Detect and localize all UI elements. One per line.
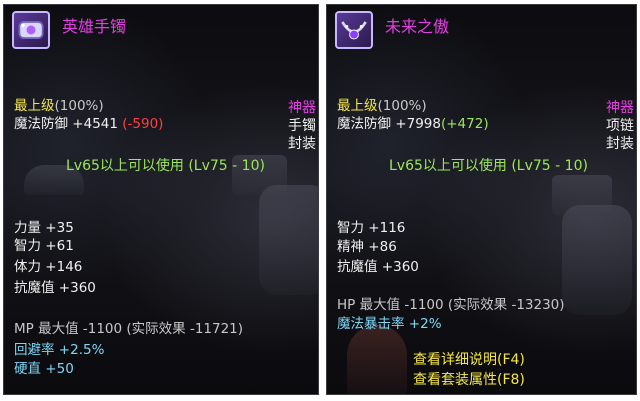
bonus-penalty: MP 最大值 -1100 (实际效果 -11721) bbox=[14, 321, 244, 337]
slot-label: 项链 bbox=[606, 118, 634, 134]
stat-name: 体力 bbox=[14, 259, 41, 275]
rarity-tag: 神器 bbox=[606, 100, 634, 116]
bonus-name: 回避率 bbox=[14, 342, 55, 358]
rarity-tag: 神器 bbox=[288, 100, 316, 116]
background-decoration bbox=[347, 325, 407, 394]
stat-value: +116 bbox=[368, 220, 406, 236]
bonus-row: 魔法暴击率 +2% bbox=[337, 316, 442, 332]
level-requirement: Lv65以上可以使用 (Lv75 - 10) bbox=[389, 158, 588, 174]
stat-value: +61 bbox=[45, 238, 74, 254]
level-requirement: Lv65以上可以使用 (Lv75 - 10) bbox=[66, 158, 265, 174]
background-decoration bbox=[259, 185, 318, 295]
grade-percent: (100%) bbox=[377, 98, 427, 114]
necklace-icon[interactable] bbox=[335, 11, 373, 49]
stat-row: 力量 +35 bbox=[14, 220, 74, 236]
stat-row: 抗魔值 +360 bbox=[337, 259, 419, 275]
defense-value: +4541 bbox=[72, 116, 118, 132]
grade-label: 最上级 bbox=[337, 98, 378, 114]
stat-row: 智力 +116 bbox=[337, 220, 405, 236]
bracelet-icon[interactable] bbox=[12, 11, 50, 49]
defense-row: 魔法防御 +4541 (-590) bbox=[14, 116, 163, 132]
bonus-penalty: HP 最大值 -1100 (实际效果 -13230) bbox=[337, 297, 565, 313]
grade-row: 最上级(100%) bbox=[14, 98, 104, 114]
defense-delta: (+472) bbox=[440, 116, 489, 132]
stat-name: 智力 bbox=[14, 238, 41, 254]
item-tooltip-right: 未来之傲 最上级(100%) 神器 魔法防御 +7998(+472) 项链 封装… bbox=[326, 4, 637, 395]
defense-delta: (-590) bbox=[122, 116, 164, 132]
bonus-name: 硬直 bbox=[14, 361, 41, 377]
defense-row: 魔法防御 +7998(+472) bbox=[337, 116, 489, 132]
stat-row: 抗魔值 +360 bbox=[14, 280, 96, 296]
grade-row: 最上级(100%) bbox=[337, 98, 427, 114]
defense-value: +7998 bbox=[395, 116, 441, 132]
stat-row: 体力 +146 bbox=[14, 259, 82, 275]
stat-value: +35 bbox=[45, 220, 74, 236]
bonus-row: 硬直 +50 bbox=[14, 361, 74, 377]
item-title: 未来之傲 bbox=[385, 17, 450, 36]
item-tooltip-left: 英雄手镯 最上级(100%) 神器 魔法防御 +4541 (-590) 手镯 封… bbox=[3, 4, 319, 395]
bind-label: 封装 bbox=[288, 136, 316, 152]
bonus-row: 回避率 +2.5% bbox=[14, 342, 104, 358]
stat-value: +86 bbox=[368, 239, 397, 255]
stat-row: 智力 +61 bbox=[14, 238, 74, 254]
stat-value: +360 bbox=[381, 259, 419, 275]
stat-value: +146 bbox=[45, 259, 83, 275]
stat-name: 抗魔值 bbox=[14, 280, 55, 296]
bonus-value: +2.5% bbox=[58, 342, 105, 358]
background-decoration bbox=[552, 175, 612, 215]
grade-label: 最上级 bbox=[14, 98, 55, 114]
stat-name: 精神 bbox=[337, 239, 364, 255]
defense-label: 魔法防御 bbox=[14, 116, 68, 132]
view-set-link[interactable]: 查看套装属性(F8) bbox=[413, 372, 525, 388]
view-details-link[interactable]: 查看详细说明(F4) bbox=[413, 352, 525, 368]
background-decoration bbox=[562, 205, 632, 315]
stat-name: 智力 bbox=[337, 220, 364, 236]
bind-label: 封装 bbox=[606, 136, 634, 152]
grade-percent: (100%) bbox=[54, 98, 104, 114]
stat-name: 抗魔值 bbox=[337, 259, 378, 275]
slot-label: 手镯 bbox=[288, 118, 316, 134]
stat-name: 力量 bbox=[14, 220, 41, 236]
bonus-value: +2% bbox=[408, 316, 442, 332]
stat-value: +360 bbox=[58, 280, 96, 296]
defense-label: 魔法防御 bbox=[337, 116, 391, 132]
bonus-value: +50 bbox=[45, 361, 74, 377]
stat-row: 精神 +86 bbox=[337, 239, 397, 255]
bonus-name: 魔法暴击率 bbox=[337, 316, 405, 332]
item-title: 英雄手镯 bbox=[62, 17, 127, 36]
